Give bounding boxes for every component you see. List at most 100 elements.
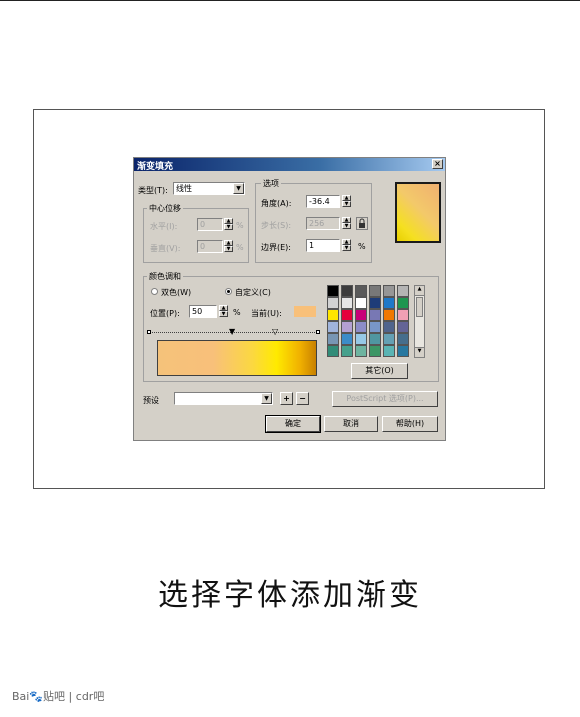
- forum-name: cdr吧: [75, 690, 105, 703]
- position-field[interactable]: 50: [189, 305, 217, 318]
- ok-button[interactable]: 确定: [265, 415, 321, 433]
- palette-swatch[interactable]: [341, 297, 353, 309]
- palette-swatch[interactable]: [397, 309, 409, 321]
- add-preset-button[interactable]: +: [280, 392, 293, 405]
- palette-swatch[interactable]: [397, 285, 409, 297]
- palette-swatch[interactable]: [327, 345, 339, 357]
- postscript-options-button[interactable]: PostScript 选项(P)...: [332, 391, 438, 407]
- angle-field[interactable]: -36.4: [306, 195, 340, 208]
- lock-icon[interactable]: [356, 217, 368, 230]
- palette-swatch[interactable]: [383, 285, 395, 297]
- close-button[interactable]: ×: [432, 159, 443, 169]
- cancel-button[interactable]: 取消: [324, 416, 378, 432]
- palette-swatch[interactable]: [383, 297, 395, 309]
- position-label: 位置(P):: [150, 309, 180, 318]
- palette-swatch[interactable]: [327, 297, 339, 309]
- gradient-end-marker[interactable]: [316, 330, 320, 334]
- footer-watermark: Bai🐾贴吧 | cdr吧: [12, 688, 104, 704]
- scroll-thumb[interactable]: [416, 297, 423, 317]
- remove-preset-button[interactable]: −: [296, 392, 309, 405]
- vertical-percent: %: [236, 243, 244, 252]
- palette-swatch[interactable]: [341, 333, 353, 345]
- options-title: 选项: [261, 178, 281, 189]
- two-color-label: 双色(W): [161, 288, 192, 297]
- type-select[interactable]: 线性 ▼: [173, 182, 245, 195]
- palette-swatch[interactable]: [355, 321, 367, 333]
- steps-stepper[interactable]: ▲ ▼: [342, 217, 351, 230]
- palette-swatch[interactable]: [327, 321, 339, 333]
- palette-swatch[interactable]: [397, 297, 409, 309]
- horizontal-field[interactable]: 0: [197, 218, 223, 231]
- page-top-border: [0, 0, 580, 1]
- palette-swatch[interactable]: [355, 345, 367, 357]
- palette-swatch[interactable]: [341, 285, 353, 297]
- palette-swatch[interactable]: [397, 321, 409, 333]
- palette-swatch[interactable]: [355, 285, 367, 297]
- palette-swatch[interactable]: [369, 285, 381, 297]
- edge-stepper[interactable]: ▲ ▼: [342, 239, 351, 252]
- palette-swatch[interactable]: [327, 333, 339, 345]
- position-percent: %: [233, 308, 241, 317]
- edge-percent: %: [358, 242, 366, 251]
- baidu-logo-text: Bai: [12, 690, 30, 703]
- palette-swatch[interactable]: [383, 333, 395, 345]
- palette-swatch[interactable]: [327, 285, 339, 297]
- horizontal-stepper[interactable]: ▲ ▼: [224, 218, 233, 231]
- palette-swatch[interactable]: [369, 321, 381, 333]
- preset-select[interactable]: ▼: [174, 392, 273, 405]
- palette-swatch[interactable]: [341, 321, 353, 333]
- steps-field[interactable]: 256: [306, 217, 340, 230]
- palette-swatch[interactable]: [397, 345, 409, 357]
- chevron-down-icon[interactable]: ▼: [233, 183, 244, 194]
- palette-swatch[interactable]: [355, 333, 367, 345]
- palette-swatch[interactable]: [355, 309, 367, 321]
- palette-swatch[interactable]: [369, 333, 381, 345]
- gradient-bar[interactable]: [157, 340, 317, 376]
- type-label: 类型(T):: [138, 186, 168, 195]
- color-blend-title: 颜色调和: [147, 271, 183, 282]
- edge-label: 边界(E):: [261, 243, 291, 252]
- color-stop-selected-icon[interactable]: ▼: [229, 328, 235, 336]
- custom-radio[interactable]: [225, 288, 232, 295]
- palette-swatch[interactable]: [369, 297, 381, 309]
- steps-label: 步长(S):: [261, 221, 292, 230]
- palette-swatch[interactable]: [327, 309, 339, 321]
- horizontal-label: 水平(I):: [150, 222, 178, 231]
- angle-stepper[interactable]: ▲ ▼: [342, 195, 351, 208]
- help-button[interactable]: 帮助(H): [382, 416, 438, 432]
- edge-field[interactable]: 1: [306, 239, 340, 252]
- palette-swatch[interactable]: [355, 297, 367, 309]
- palette-swatch[interactable]: [383, 321, 395, 333]
- current-label: 当前(U):: [251, 309, 282, 318]
- custom-label: 自定义(C): [235, 288, 271, 297]
- preset-label: 预设: [143, 396, 159, 405]
- gradient-start-marker[interactable]: [147, 330, 151, 334]
- dialog-title: 渐变填充: [137, 162, 174, 172]
- palette-swatch[interactable]: [383, 309, 395, 321]
- palette-swatch[interactable]: [341, 345, 353, 357]
- chevron-down-icon[interactable]: ▼: [261, 393, 272, 404]
- scroll-up-icon[interactable]: ▲: [415, 286, 424, 296]
- baidu-paw-icon: 🐾: [29, 690, 44, 703]
- palette-swatch[interactable]: [341, 309, 353, 321]
- palette-swatch[interactable]: [369, 345, 381, 357]
- palette-swatch[interactable]: [397, 333, 409, 345]
- position-stepper[interactable]: ▲ ▼: [219, 305, 228, 318]
- vertical-label: 垂直(V):: [150, 244, 181, 253]
- palette-swatch[interactable]: [383, 345, 395, 357]
- other-button[interactable]: 其它(O): [351, 363, 408, 379]
- dialog-titlebar: 渐变填充 ×: [134, 158, 445, 172]
- gradient-preview[interactable]: [395, 182, 441, 243]
- palette-swatch[interactable]: [369, 309, 381, 321]
- vertical-field[interactable]: 0: [197, 240, 223, 253]
- palette-scrollbar[interactable]: ▲ ▼: [414, 285, 425, 358]
- tieba-label: 贴吧: [43, 690, 66, 703]
- page-caption: 选择字体添加渐变: [158, 578, 422, 613]
- center-offset-group: [143, 208, 249, 263]
- current-color-swatch[interactable]: [294, 306, 316, 317]
- two-color-radio[interactable]: [151, 288, 158, 295]
- scroll-down-icon[interactable]: ▼: [415, 347, 424, 357]
- color-stop-icon[interactable]: ▽: [272, 328, 278, 336]
- color-palette: [327, 285, 413, 359]
- vertical-stepper[interactable]: ▲ ▼: [224, 240, 233, 253]
